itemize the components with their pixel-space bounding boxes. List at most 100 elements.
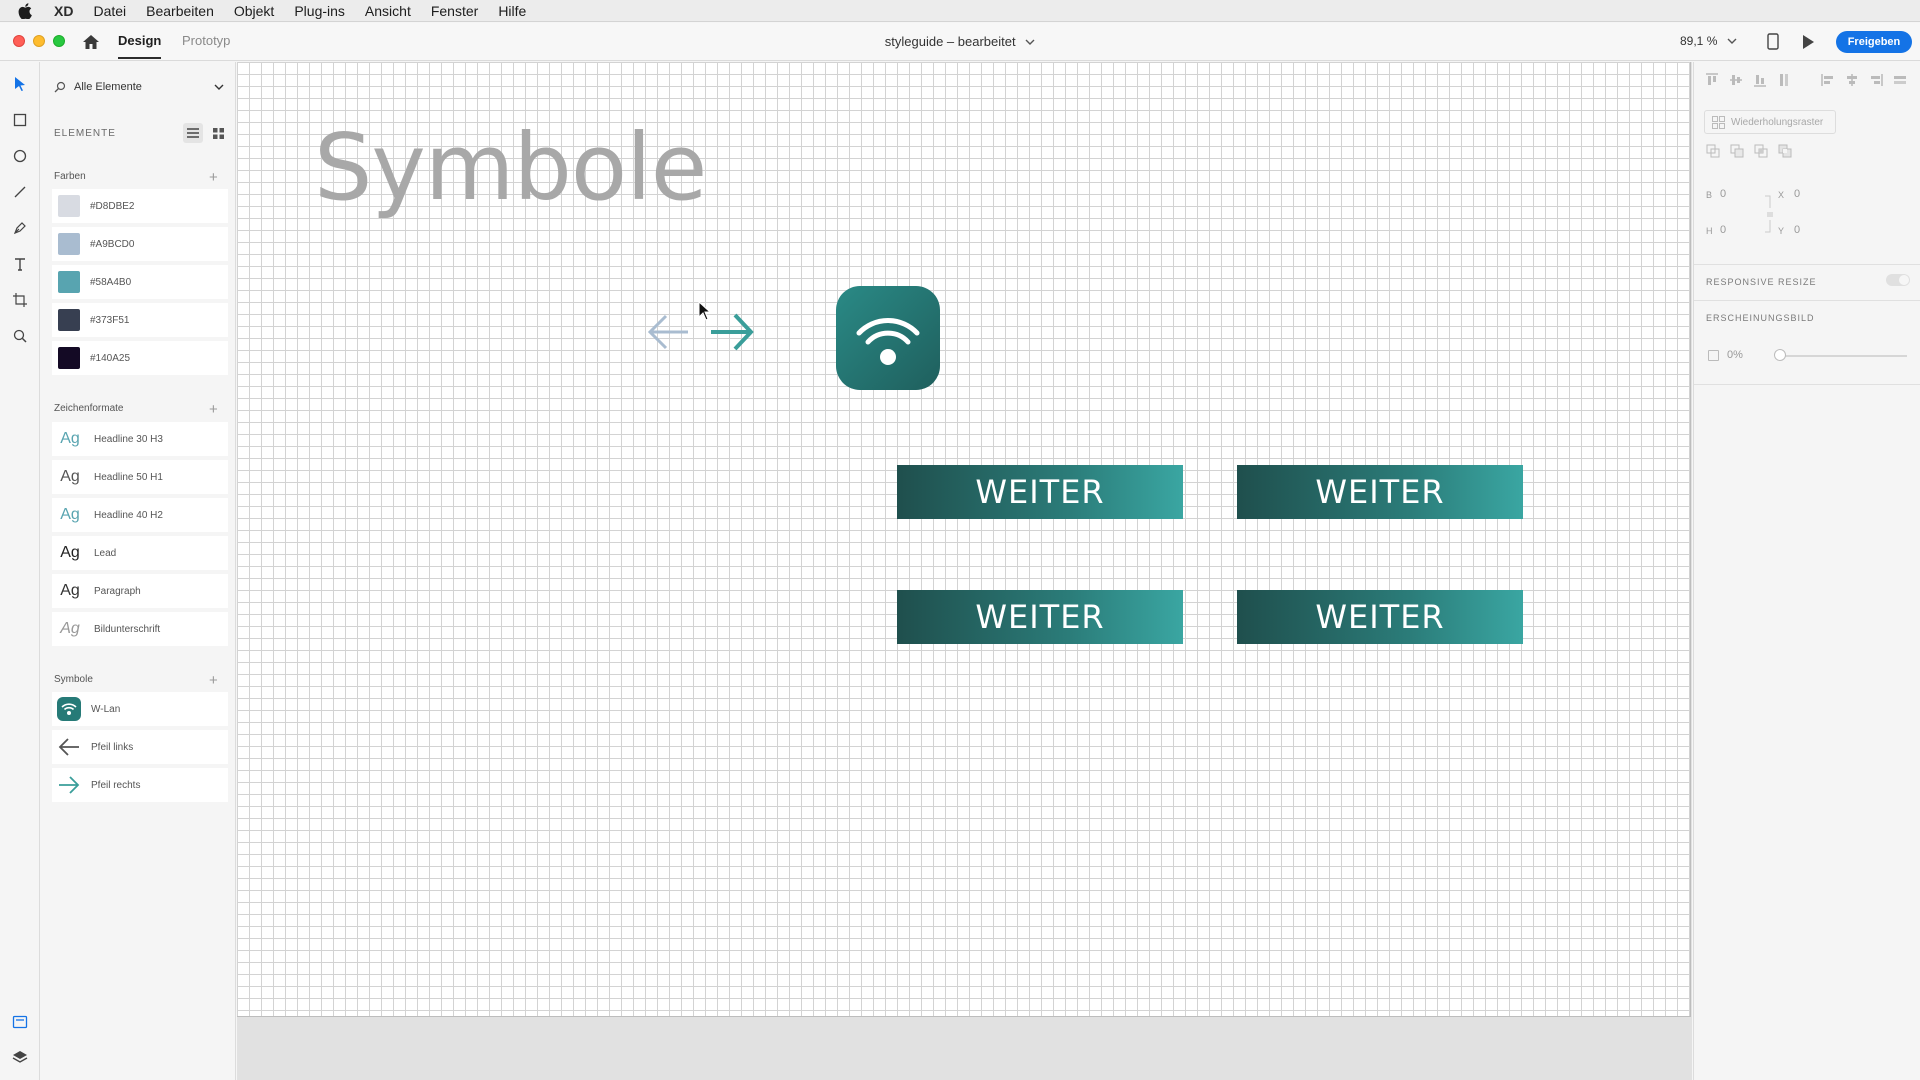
menu-hilfe[interactable]: Hilfe (498, 3, 526, 19)
color-item[interactable]: #58A4B0 (52, 265, 228, 299)
width-field[interactable]: 0 (1720, 188, 1726, 200)
align-top-icon[interactable] (1704, 72, 1720, 88)
distribute-vertical-icon[interactable] (1776, 72, 1792, 88)
home-icon[interactable] (82, 33, 100, 51)
play-icon[interactable] (1801, 34, 1815, 50)
repeat-grid-button[interactable]: Wiederholungsraster (1704, 110, 1836, 134)
tab-design[interactable]: Design (118, 33, 162, 59)
boolean-subtract-icon[interactable] (1730, 144, 1745, 159)
add-color-button[interactable]: + (209, 170, 218, 185)
zoom-chevron-down-icon[interactable] (1727, 36, 1737, 46)
menu-objekt[interactable]: Objekt (234, 3, 274, 19)
x-field[interactable]: 0 (1794, 188, 1800, 200)
lock-aspect-icon[interactable] (1764, 192, 1774, 236)
color-label: #58A4B0 (90, 276, 132, 288)
weiter-button[interactable]: WEITER (1237, 465, 1523, 519)
add-char-style-button[interactable]: + (209, 402, 218, 417)
app-titlebar: Design Prototyp styleguide – bearbeitet … (0, 23, 1920, 61)
symbol-item[interactable]: Pfeil rechts (52, 768, 228, 802)
design-canvas[interactable]: Symbole WEITER WEITER WEITER WEITER (237, 62, 1692, 1080)
tab-prototype[interactable]: Prototyp (182, 33, 230, 48)
color-swatch (58, 309, 80, 331)
char-style-item[interactable]: Ag Headline 40 H2 (52, 498, 228, 532)
boolean-exclude-icon[interactable] (1778, 144, 1793, 159)
colors-section-title: Farben (54, 171, 86, 182)
text-tool-icon[interactable] (10, 254, 30, 274)
ellipse-tool-icon[interactable] (10, 146, 30, 166)
weiter-button[interactable]: WEITER (897, 590, 1183, 644)
color-item[interactable]: #D8DBE2 (52, 189, 228, 223)
width-label: B (1706, 190, 1713, 200)
char-style-item[interactable]: Ag Headline 50 H1 (52, 460, 228, 494)
weiter-button[interactable]: WEITER (1237, 590, 1523, 644)
select-tool-icon[interactable] (10, 74, 30, 94)
arrow-left-icon (57, 735, 81, 759)
wifi-icon[interactable] (836, 286, 940, 390)
boolean-add-icon[interactable] (1706, 144, 1721, 159)
device-preview-icon[interactable] (1767, 33, 1779, 50)
share-button[interactable]: Freigeben (1836, 31, 1912, 53)
artboard[interactable]: Symbole WEITER WEITER WEITER WEITER (237, 62, 1691, 1017)
layers-panel-icon[interactable] (10, 1047, 30, 1067)
assets-panel-icon[interactable] (10, 1012, 30, 1032)
opacity-slider-handle[interactable] (1774, 349, 1786, 361)
zoom-tool-icon[interactable] (10, 326, 30, 346)
color-item[interactable]: #373F51 (52, 303, 228, 337)
arrow-left-icon[interactable] (646, 310, 690, 354)
responsive-resize-toggle[interactable] (1886, 274, 1910, 286)
add-symbol-button[interactable]: + (209, 673, 218, 688)
char-style-item[interactable]: Ag Bildunterschrift (52, 612, 228, 646)
opacity-value[interactable]: 0% (1727, 349, 1743, 361)
zoom-level[interactable]: 89,1 % (1680, 34, 1717, 48)
color-swatch (58, 271, 80, 293)
menu-plugins[interactable]: Plug-ins (294, 3, 345, 19)
distribute-horizontal-icon[interactable] (1892, 72, 1908, 88)
align-center-icon[interactable] (1844, 72, 1860, 88)
line-tool-icon[interactable] (10, 182, 30, 202)
grid-view-icon[interactable] (208, 123, 228, 143)
apple-menu-icon[interactable] (18, 2, 38, 19)
char-style-preview: Ag (60, 544, 80, 561)
char-style-label: Headline 30 H3 (94, 433, 163, 445)
menu-fenster[interactable]: Fenster (431, 3, 478, 19)
window-minimize-button[interactable] (33, 35, 45, 47)
char-style-preview: Ag (60, 468, 80, 485)
artboard-tool-icon[interactable] (10, 290, 30, 310)
symbol-label: Pfeil links (91, 741, 134, 753)
document-title-chevron-icon[interactable] (1025, 38, 1035, 46)
assets-heading: ELEMENTE (54, 128, 116, 139)
boolean-operations (1706, 144, 1806, 160)
color-item[interactable]: #A9BCD0 (52, 227, 228, 261)
symbol-item[interactable]: W-Lan (52, 692, 228, 726)
align-bottom-icon[interactable] (1752, 72, 1768, 88)
boolean-intersect-icon[interactable] (1754, 144, 1769, 159)
menu-bearbeiten[interactable]: Bearbeiten (146, 3, 214, 19)
menu-app-name[interactable]: XD (54, 3, 73, 19)
align-left-icon[interactable] (1820, 72, 1836, 88)
asset-filter-dropdown[interactable]: Alle Elemente (50, 76, 228, 98)
height-field[interactable]: 0 (1720, 224, 1726, 236)
menu-ansicht[interactable]: Ansicht (365, 3, 411, 19)
assets-panel: Alle Elemente ELEMENTE Farben + #D8DBE2 … (41, 62, 236, 1080)
align-middle-icon[interactable] (1728, 72, 1744, 88)
opacity-checkbox[interactable] (1708, 350, 1719, 361)
color-item[interactable]: #140A25 (52, 341, 228, 375)
window-close-button[interactable] (13, 35, 25, 47)
list-view-icon[interactable] (183, 123, 203, 143)
window-maximize-button[interactable] (53, 35, 65, 47)
weiter-button[interactable]: WEITER (897, 465, 1183, 519)
pen-tool-icon[interactable] (10, 218, 30, 238)
y-field[interactable]: 0 (1794, 224, 1800, 236)
char-style-item[interactable]: Ag Headline 30 H3 (52, 422, 228, 456)
document-title[interactable]: styleguide – bearbeitet (885, 34, 1016, 49)
symbol-item[interactable]: Pfeil links (52, 730, 228, 764)
appearance-heading: ERSCHEINUNGSBILD (1706, 313, 1815, 323)
artboard-heading[interactable]: Symbole (314, 114, 707, 221)
align-right-icon[interactable] (1868, 72, 1884, 88)
menu-datei[interactable]: Datei (93, 3, 126, 19)
char-style-item[interactable]: Ag Lead (52, 536, 228, 570)
opacity-slider-track[interactable] (1777, 355, 1907, 357)
arrow-right-icon[interactable] (709, 309, 755, 355)
char-style-item[interactable]: Ag Paragraph (52, 574, 228, 608)
rectangle-tool-icon[interactable] (10, 110, 30, 130)
